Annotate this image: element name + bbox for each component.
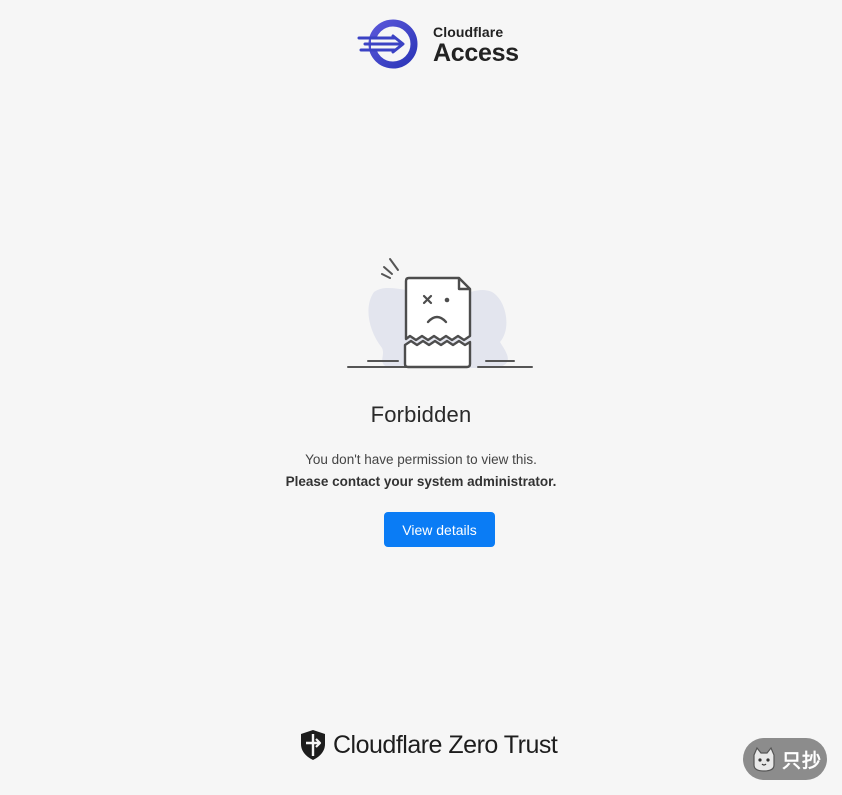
- page-title: Forbidden: [370, 402, 472, 427]
- page: Cloudflare Access Forbidden You don't ha…: [0, 0, 842, 795]
- contact-admin-message: Please contact your system administrator…: [285, 474, 557, 489]
- cloudflare-zero-trust-logo: Cloudflare Zero Trust: [300, 728, 558, 762]
- logo-wordmark: Cloudflare Access: [433, 23, 519, 66]
- logo-product-text: Access: [433, 38, 519, 67]
- broken-document-icon: [347, 258, 533, 369]
- shield-icon: [301, 730, 325, 760]
- access-arrow-icon: [357, 19, 418, 69]
- footer-brand-text: Cloudflare Zero Trust: [333, 730, 558, 759]
- cloudflare-access-logo: Cloudflare Access: [357, 18, 519, 70]
- corner-widget-label: 只抄: [782, 749, 823, 772]
- corner-widget-button[interactable]: 只抄: [743, 738, 827, 780]
- permission-message: You don't have permission to view this.: [305, 452, 537, 467]
- cat-icon: [753, 746, 775, 772]
- view-details-button[interactable]: View details: [384, 512, 495, 547]
- logo-brand-text: Cloudflare: [433, 23, 504, 40]
